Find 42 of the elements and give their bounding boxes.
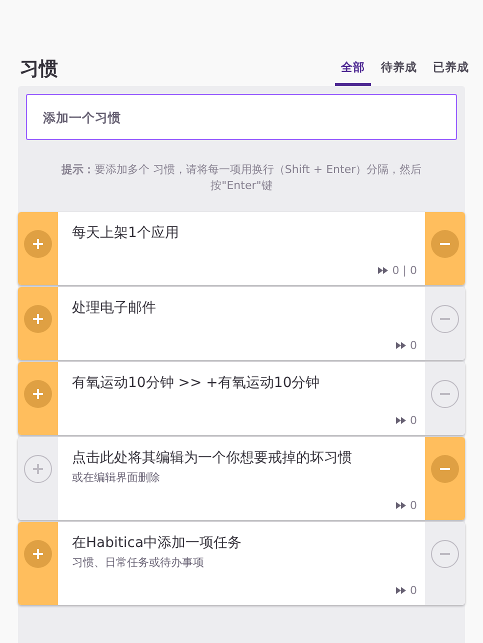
habit-card[interactable]: 在Habitica中添加一项任务 习惯、日常任务或待办事项 0 xyxy=(18,522,465,605)
plus-button[interactable] xyxy=(24,230,52,258)
habit-card[interactable]: 有氧运动10分钟 >> +有氧运动10分钟 0 xyxy=(18,362,465,435)
habit-card[interactable]: 处理电子邮件 0 xyxy=(18,287,465,360)
minus-button[interactable] xyxy=(431,455,459,483)
habit-title: 点击此处将其编辑为一个你想要戒掉的坏习惯 xyxy=(72,449,353,468)
habit-title: 有氧运动10分钟 >> +有氧运动10分钟 xyxy=(72,374,321,393)
plus-icon xyxy=(32,238,44,250)
habit-counter: 0 | 0 xyxy=(392,264,417,277)
habit-title: 在Habitica中添加一项任务 xyxy=(72,534,243,553)
streak-icon xyxy=(396,587,406,594)
plus-icon xyxy=(32,313,44,325)
streak-icon xyxy=(396,417,406,424)
habit-card[interactable]: 每天上架1个应用 0 | 0 xyxy=(18,212,465,285)
habit-counter: 0 xyxy=(410,584,417,597)
habit-notes: 或在编辑界面删除 xyxy=(72,470,161,485)
plus-button[interactable] xyxy=(24,380,52,408)
habit-notes: 习惯、日常任务或待办事项 xyxy=(72,555,205,570)
minus-button[interactable] xyxy=(431,305,459,333)
habit-counter: 0 xyxy=(410,499,417,512)
streak-icon xyxy=(396,502,406,509)
minus-button[interactable] xyxy=(431,540,459,568)
plus-icon xyxy=(32,388,44,400)
plus-button[interactable] xyxy=(24,305,52,333)
habit-counter: 0 xyxy=(410,414,417,427)
plus-icon xyxy=(32,463,44,475)
filter-tab[interactable]: 待养成 xyxy=(375,54,423,86)
add-habit-field[interactable]: 添加一个习惯 xyxy=(26,94,457,140)
plus-icon xyxy=(32,548,44,560)
plus-button[interactable] xyxy=(24,455,52,483)
page-title: 习惯 xyxy=(20,57,58,82)
streak-icon xyxy=(378,267,388,274)
habit-card[interactable]: 点击此处将其编辑为一个你想要戒掉的坏习惯 或在编辑界面删除 0 xyxy=(18,437,465,520)
streak-icon xyxy=(396,342,406,349)
minus-button[interactable] xyxy=(431,380,459,408)
filter-tab[interactable]: 已养成 xyxy=(427,54,475,86)
habit-title: 处理电子邮件 xyxy=(72,299,157,318)
plus-button[interactable] xyxy=(24,540,52,568)
habit-counter: 0 xyxy=(410,339,417,352)
habit-title: 每天上架1个应用 xyxy=(72,224,180,243)
hint-text: 提示：要添加多个 习惯，请将每一项用换行（Shift + Enter）分隔，然后按"Enter"键 xyxy=(60,162,423,194)
minus-button[interactable] xyxy=(431,230,459,258)
